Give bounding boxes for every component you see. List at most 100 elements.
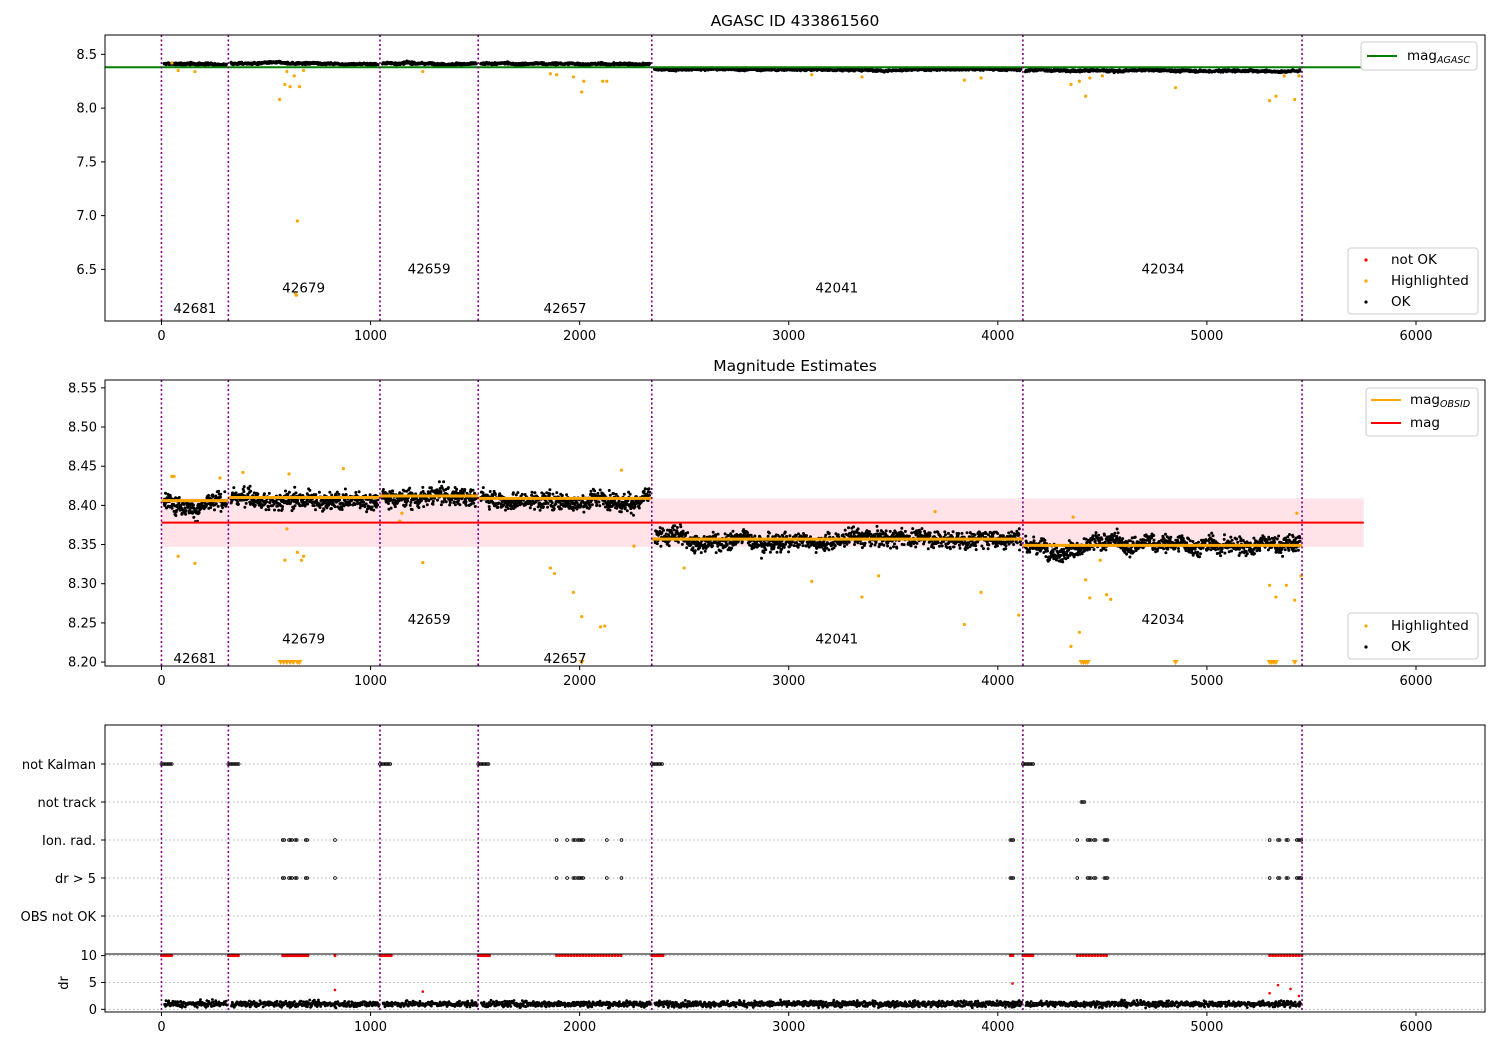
p2-xtick-label: 6000 [1399,674,1432,689]
p2-ok-point [520,492,524,496]
p2-ok-point [516,491,520,495]
p2-ok-point [408,503,412,507]
p2-ok-point [368,493,372,497]
p2-ok-point [192,515,196,519]
p2-ok-point [488,507,491,511]
p2-ok-point [436,498,439,502]
p1-ytick-label: 7.5 [76,155,97,170]
p2-ok-point [506,507,510,510]
p2-ok-point [410,508,414,512]
legend-ok-marker [1364,300,1368,304]
p2-ytick-label: 8.55 [68,381,97,396]
p2-ok-point [262,492,266,496]
p2-ok-point [533,491,537,495]
p2-ok-point [417,506,421,510]
p2-ok-point [280,507,284,511]
panel1-legend: magAGASC not OK Highlighted OK [1347,41,1479,315]
p1-highlighted-point [1173,86,1178,90]
p2-ok-point [197,511,201,515]
p2-ok-point [559,507,563,511]
p2-ok-point [391,489,395,493]
p2-ok-point [306,502,310,506]
p2-ok-point [629,511,633,515]
p2-ok-point [256,492,260,496]
p2-ok-point [612,492,616,496]
p1-highlighted-point [302,68,306,73]
p2-ok-point [223,490,227,494]
p1-ytick-label: 7.0 [76,209,97,224]
p1-ok-point [648,62,652,65]
p2-ok-point [552,507,556,511]
p2-ok-point [348,503,352,507]
p2-ok-point [453,503,457,507]
p2-ytick-label: 8.35 [68,538,97,553]
p2-ok-point [353,503,357,506]
p2-ok-point [362,500,366,504]
p1-obsid-label: 42034 [1142,261,1185,277]
p1-highlighted-point [421,69,425,74]
p2-ok-point [632,513,635,517]
p2-ok-point [472,501,476,505]
p2-ok-point [601,502,605,506]
p1-highlighted-point [1077,79,1081,83]
p1-highlighted-point [288,85,292,89]
p1-ok-point [224,63,228,66]
legend-highlighted-marker [1364,279,1368,283]
p2-ok-point [242,490,246,493]
p2-ok-point [273,508,276,512]
p1-highlighted-point [548,72,552,76]
p2-ok-point [473,505,477,508]
p2-ok-point [533,507,537,511]
p2-ok-point [429,486,433,490]
p2-ok-point [406,499,410,503]
p2-xtick-label: 2000 [563,674,596,689]
p2-ytick-label: 8.20 [68,656,97,671]
p2-ok-point [458,503,462,507]
p2-ok-point [642,489,646,493]
p2-ok-point [216,504,220,508]
p2-ok-point [437,480,441,484]
p1-highlighted-point [1268,98,1272,103]
p2-ok-point [607,489,611,492]
p2-ok-point [464,500,468,504]
p2-ok-point [213,508,216,512]
p1-highlighted-point [1100,74,1104,78]
p2-ok-point [174,514,178,517]
p1-highlighted-point [285,69,289,74]
p2-ok-point [546,505,550,509]
p2-ok-point [648,490,652,494]
p2-ok-point [281,505,285,509]
p2-ok-point [217,489,220,493]
p2-ok-point [234,491,238,495]
p1-highlighted-point [1088,76,1092,80]
p2-ok-point [393,505,397,509]
p2-ok-point [420,499,423,502]
p2-ok-point [623,506,627,510]
p2-ok-point [328,490,332,494]
p2-ok-point [596,491,600,495]
panel2-title: Magnitude Estimates [713,357,877,375]
p2-ok-point [242,485,246,489]
p1-xtick-label: 4000 [981,329,1014,344]
p2-ok-point [372,508,376,512]
p2-ok-point [523,503,527,507]
p2-ytick-label: 8.25 [68,616,97,631]
p2-ok-point [191,503,195,507]
p1-xtick-label: 1000 [354,329,387,344]
p2-ok-point [294,491,298,495]
p2-ok-point [314,508,317,512]
p2-ok-point [287,490,291,494]
p1-highlighted-point [1293,97,1297,102]
p2-ok-point [425,503,429,507]
p2-ok-point [343,487,347,491]
p1-highlighted-point [1282,74,1286,78]
p1-xtick-label: 3000 [772,329,805,344]
p1-highlighted-point [580,90,584,94]
p2-ok-point [219,509,223,513]
legend-not-ok-label: not OK [1391,252,1438,268]
p2-ok-point [175,509,178,512]
p2-ok-point [354,491,358,494]
p2-ok-point [357,490,361,494]
p2-ok-point [496,505,500,509]
p2-ok-point [582,510,586,514]
